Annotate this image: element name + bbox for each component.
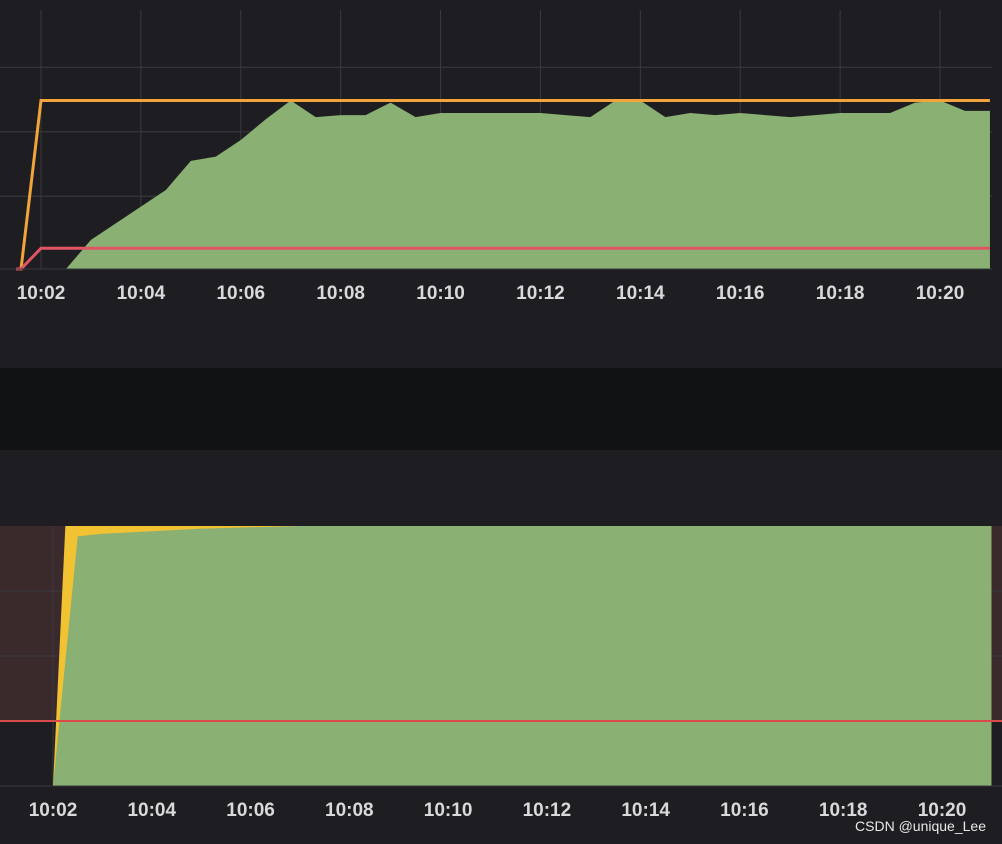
x-tick-label: 10:04 [117,283,166,304]
x-tick-label: 10:16 [716,283,765,304]
x-tick-label: 10:08 [316,283,365,304]
x-tick-label: 10:08 [325,800,374,821]
x-tick-labels: 10:02 10:04 10:06 10:08 10:10 10:12 10:14 10:16… [29,800,967,821]
bottom-chart: 10:02 10:04 10:06 10:08 10:10 10:12 10:14 10:16… [0,526,1002,821]
x-tick-label: 10:20 [916,283,965,304]
top-chart: 10:02 10:04 10:06 10:08 10:10 10:12 10:14 10:16… [0,10,992,304]
x-tick-label: 10:16 [720,800,769,821]
x-tick-labels: 10:02 10:04 10:06 10:08 10:10 10:12 10:14 10:16… [17,283,965,304]
x-tick-label: 10:06 [226,800,275,821]
x-tick-label: 10:12 [523,800,572,821]
x-tick-label: 10:02 [17,283,66,304]
watermark: CSDN @unique_Lee [855,818,986,834]
panel-top-chart: 10:02 10:04 10:06 10:08 10:10 10:12 10:14 10:16… [0,0,1002,368]
x-tick-label: 10:02 [29,800,78,821]
x-tick-label: 10:12 [516,283,565,304]
x-tick-label: 10:06 [216,283,265,304]
x-tick-label: 10:04 [127,800,176,821]
panel-separator [0,368,1002,450]
panel-bottom-chart: 10:02 10:04 10:06 10:08 10:10 10:12 10:14 10:16… [0,450,1002,844]
x-tick-label: 10:10 [424,800,473,821]
series-area-1 [53,526,992,786]
series-area-0 [16,100,990,270]
x-tick-label: 10:18 [816,283,865,304]
x-tick-label: 10:14 [621,800,670,821]
x-tick-label: 10:10 [416,283,465,304]
x-tick-label: 10:14 [616,283,665,304]
